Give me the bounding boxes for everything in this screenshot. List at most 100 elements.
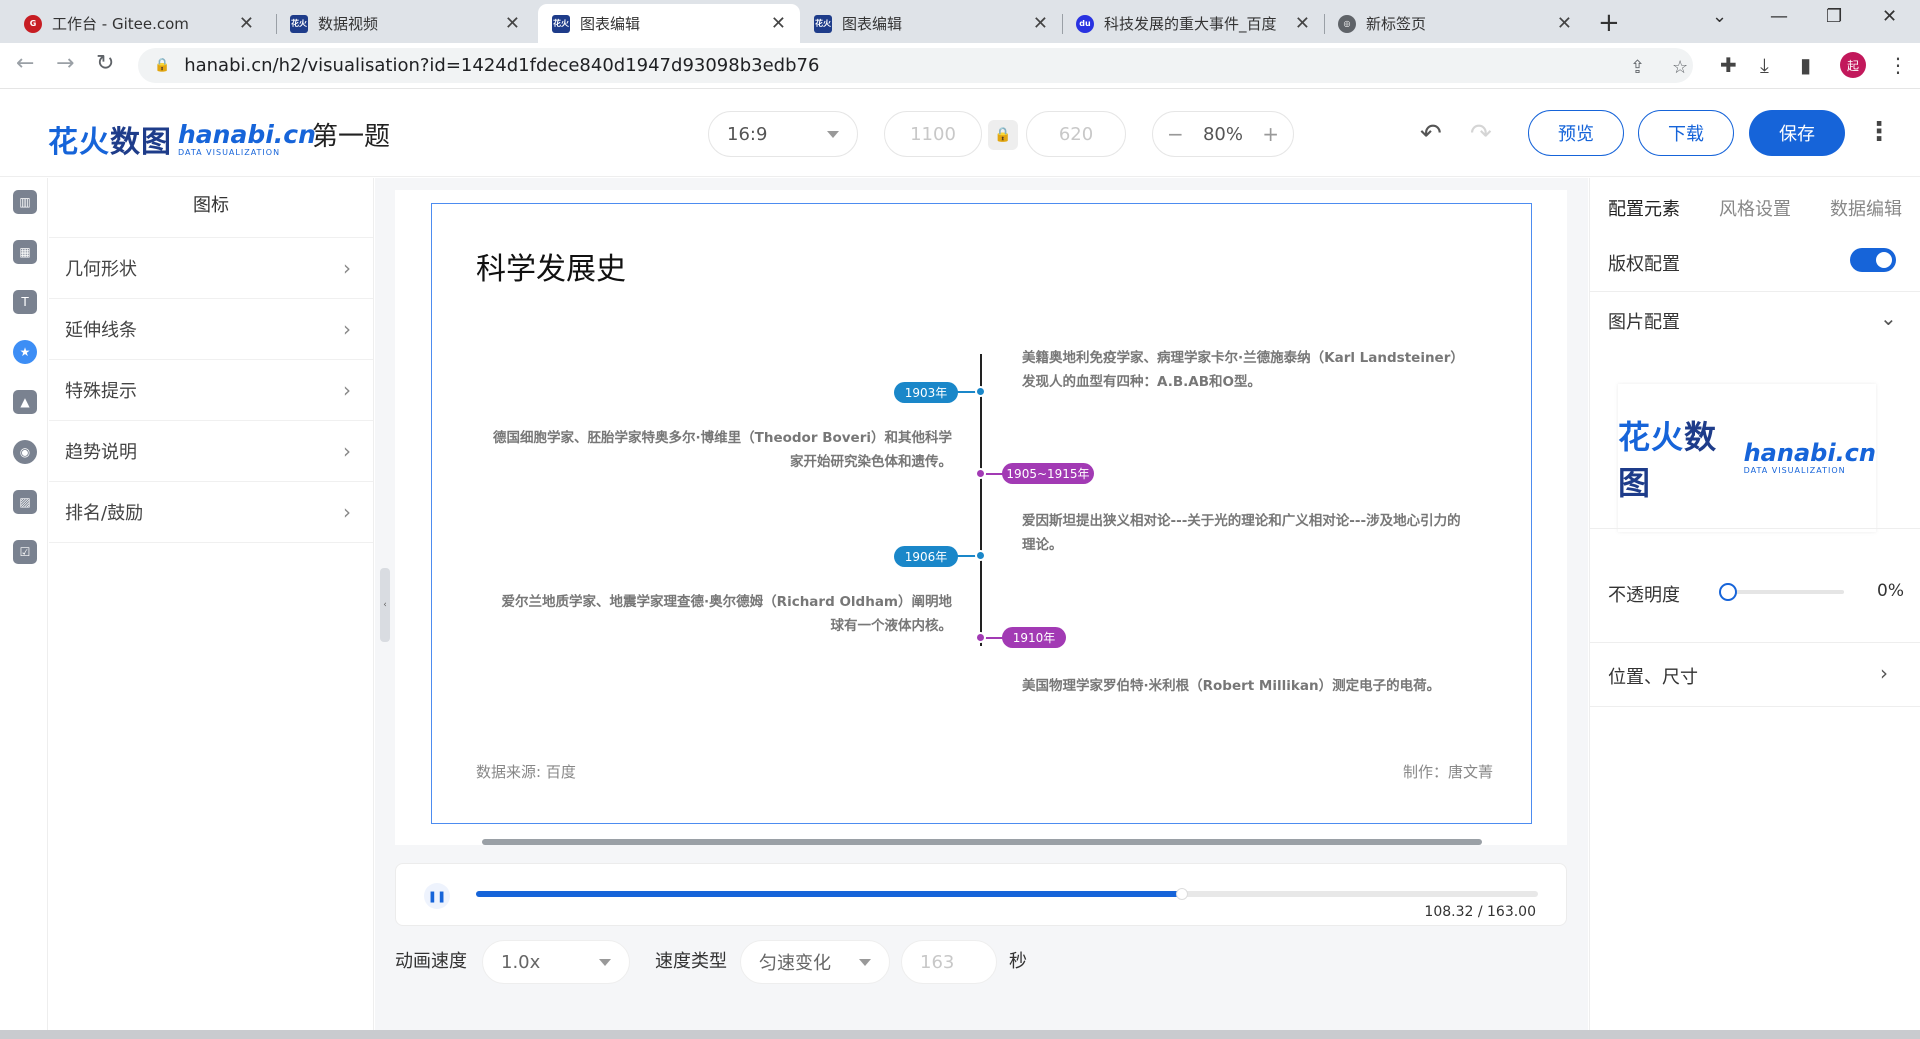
close-tab-icon[interactable]: ✕ [1557,13,1572,34]
preview-button[interactable]: 预览 [1528,110,1624,156]
undo-icon[interactable]: ↶ [1420,119,1442,149]
event-text[interactable]: 美国物理学家罗伯特·米利根（Robert Millikan）测定电子的电荷。 [1022,674,1482,698]
download-button[interactable]: 下载 [1638,110,1734,156]
author-credit[interactable]: 制作：唐文菁 [1403,761,1493,782]
category-trend-notes[interactable]: 趋势说明 › [49,421,373,482]
lock-ratio-icon[interactable]: 🔒 [988,120,1018,150]
back-arrow-icon[interactable]: ← [16,51,34,76]
event-text[interactable]: 爱因斯坦提出狭义相对论---关于光的理论和广义相对论---涉及地心引力的理论。 [1022,509,1462,557]
browser-tab-new[interactable]: ◎ 新标签页 ✕ [1324,4,1586,43]
address-bar[interactable]: 🔒 hanabi.cn/h2/visualisation?id=1424d1fd… [138,48,1693,83]
event-text[interactable]: 美籍奥地利免疫学家、病理学家卡尔·兰德施泰纳（Karl Landsteiner）… [1022,346,1462,394]
year-badge[interactable]: 1910年 [1002,627,1066,648]
collapse-panel-handle[interactable]: ‹ [380,568,390,642]
zoom-value: 80% [1202,123,1243,145]
slide-canvas[interactable]: 科学发展史 1903年 美籍奥地利免疫学家、病理学家卡尔·兰德施泰纳（Karl … [431,203,1532,824]
category-label: 趋势说明 [65,442,137,463]
slide-title[interactable]: 科学发展史 [476,244,626,288]
event-text[interactable]: 爱尔兰地质学家、地震学家理查德·奥尔德姆（Richard Oldham）阐明地球… [490,590,952,638]
template-icon[interactable]: ☑ [13,540,37,564]
minimize-window-icon[interactable]: — [1770,6,1788,27]
icon-library-icon[interactable]: ★ [13,340,37,364]
forward-arrow-icon[interactable]: → [56,51,74,76]
side-panel-icon[interactable]: ▮ [1800,53,1811,77]
media-icon[interactable]: ◉ [13,440,37,464]
year-badge[interactable]: 1906年 [894,546,958,567]
chart-icon[interactable]: ▥ [13,190,37,214]
zoom-in-button[interactable]: + [1262,122,1279,146]
share-icon[interactable]: ⇪ [1630,57,1645,78]
text-icon[interactable]: T [13,290,37,314]
bookmark-star-icon[interactable]: ☆ [1672,57,1688,78]
close-tab-icon[interactable]: ✕ [505,13,520,34]
tab-search-icon[interactable]: ⌄ [1712,6,1727,27]
close-tab-icon[interactable]: ✕ [1295,13,1310,34]
hanabi-logo[interactable]: 花火数图 hanabi.cn DATA VISUALIZATION [48,117,316,161]
chevron-down-icon [599,958,611,966]
project-title[interactable]: 第一题 [312,116,390,153]
copyright-image-preview[interactable]: 花火数图 hanabi.cn DATA VISUALIZATION [1618,384,1876,532]
opacity-slider-handle[interactable] [1719,583,1737,601]
baidu-paw-favicon-icon: du [1076,14,1094,33]
speed-type-value: 匀速变化 [759,953,831,974]
tab-config-elements[interactable]: 配置元素 [1608,195,1680,221]
browser-tab-gitee[interactable]: G 工作台 - Gitee.com ✕ [10,4,268,43]
icon-category-panel: 图标 几何形状 › 延伸线条 › 特殊提示 › 趋势说明 › 排名/鼓励 › [49,178,374,1030]
extensions-puzzle-icon[interactable]: ✚ [1720,53,1737,77]
hanabi-favicon-icon: 花火 [814,14,832,33]
timeline-progress-track[interactable] [476,888,1538,900]
image-icon[interactable]: ▲ [13,390,37,414]
reload-icon[interactable]: ↻ [96,51,114,76]
download-icon[interactable]: ⤓ [1760,53,1769,77]
timeline-progress-handle[interactable] [1175,888,1188,900]
more-options-icon[interactable]: ⋮ [1866,117,1892,147]
close-window-icon[interactable]: ✕ [1882,6,1897,27]
speed-select[interactable]: 1.0x [482,940,630,984]
year-badge[interactable]: 1903年 [894,382,958,403]
chevron-right-icon: › [343,500,351,524]
year-badge[interactable]: 1905~1915年 [1002,463,1094,484]
duration-input[interactable]: 163 [901,940,997,984]
aspect-ratio-select[interactable]: 16:9 [708,111,858,157]
speed-type-select[interactable]: 匀速变化 [740,940,890,984]
image-config-row[interactable]: 图片配置 ⌄ [1590,292,1920,347]
texture-icon[interactable]: ▨ [13,490,37,514]
redo-icon[interactable]: ↷ [1470,119,1492,149]
taskbar-edge [0,1030,1920,1039]
canvas-height-input[interactable]: 620 [1026,111,1126,157]
opacity-slider[interactable] [1719,583,1844,601]
url-text: hanabi.cn/h2/visualisation?id=1424d1fdec… [184,55,820,76]
table-icon[interactable]: ▦ [13,240,37,264]
divider [1590,528,1920,529]
category-geometric-shapes[interactable]: 几何形状 › [49,238,373,299]
category-special-hints[interactable]: 特殊提示 › [49,360,373,421]
close-tab-icon[interactable]: ✕ [771,13,786,34]
profile-avatar[interactable]: 起 [1840,52,1866,78]
restore-window-icon[interactable]: ❐ [1826,6,1842,27]
tab-title: 工作台 - Gitee.com [52,15,189,33]
close-tab-icon[interactable]: ✕ [1033,13,1048,34]
tab-data-editing[interactable]: 数据编辑 [1830,195,1902,221]
canvas-width-input[interactable]: 1100 [884,111,982,157]
category-extension-lines[interactable]: 延伸线条 › [49,299,373,360]
position-size-row[interactable]: 位置、尺寸 › [1590,643,1920,707]
close-tab-icon[interactable]: ✕ [239,13,254,34]
browser-tab-data-video[interactable]: 花火 数据视频 ✕ [276,4,534,43]
tab-title: 数据视频 [318,15,379,33]
new-tab-button[interactable]: + [1598,8,1620,38]
copyright-toggle[interactable] [1850,248,1896,272]
browser-tab-chart-edit[interactable]: 花火 图表编辑 ✕ [800,4,1062,43]
tab-style-settings[interactable]: 风格设置 [1719,195,1791,221]
logo-en: hanabi.cn DATA VISUALIZATION [1744,441,1876,475]
category-ranking[interactable]: 排名/鼓励 › [49,482,373,543]
browser-tab-baidu[interactable]: du 科技发展的重大事件_百度 ✕ [1062,4,1324,43]
browser-menu-icon[interactable]: ⋮ [1888,53,1908,77]
save-button[interactable]: 保存 [1749,110,1845,156]
data-source[interactable]: 数据来源: 百度 [476,761,576,782]
pause-button[interactable]: ❚❚ [424,883,450,909]
canvas-horizontal-scrollbar[interactable] [482,839,1482,845]
zoom-out-button[interactable]: − [1167,122,1184,146]
copyright-row: 版权配置 [1590,234,1920,292]
browser-tab-chart-edit-active[interactable]: 花火 图表编辑 ✕ [538,4,800,43]
event-text[interactable]: 德国细胞学家、胚胎学家特奥多尔·博维里（Theodor Boveri）和其他科学… [490,426,952,474]
